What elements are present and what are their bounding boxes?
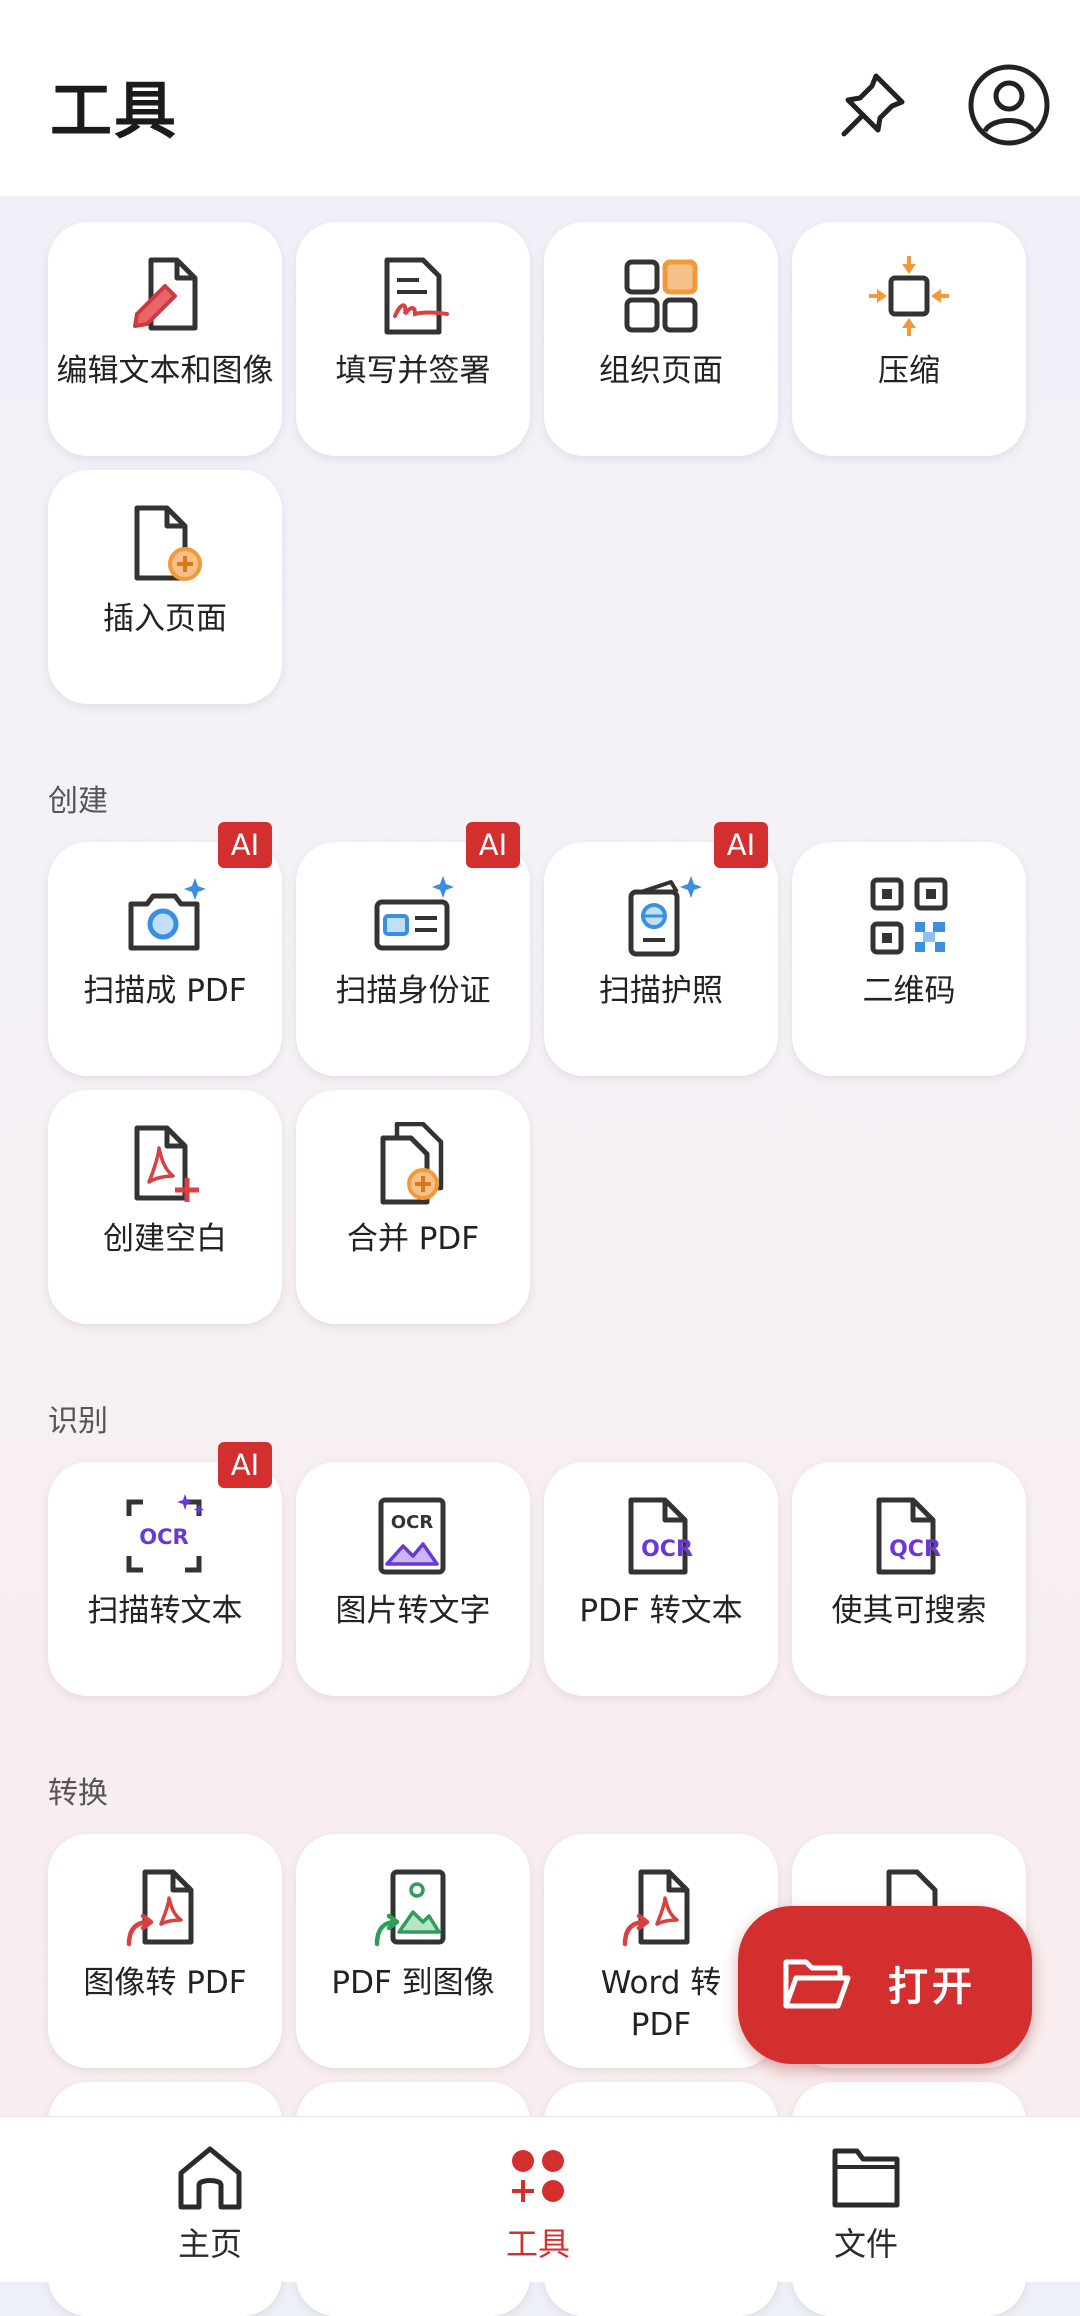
tool-image-to-pdf[interactable]: 图像转 PDF: [48, 1834, 282, 2068]
tool-label: 压缩: [878, 353, 940, 389]
merge-pdf-icon: [380, 1122, 444, 1205]
nav-label: 主页: [177, 2225, 242, 2263]
ai-badge: AI: [714, 822, 768, 868]
tool-label: 插入页面: [103, 601, 227, 637]
tool-label: 扫描转文本: [87, 1593, 243, 1629]
tool-label: 填写并签署: [335, 353, 491, 389]
page-title: 工具: [50, 74, 179, 147]
open-button-label: 打开: [888, 1964, 976, 2010]
tool-label: 创建空白: [103, 1221, 227, 1257]
svg-text:QCR: QCR: [889, 1537, 941, 1562]
tool-label: 扫描护照: [599, 973, 723, 1009]
pin-icon[interactable]: [832, 66, 912, 146]
tool-label: 二维码: [862, 973, 956, 1009]
app-header: 工具: [0, 0, 1080, 196]
tools-content[interactable]: 编辑文本和图像 填写并签署 组织页面 压缩 插入页面 创建 AI 扫描成 PDF…: [0, 196, 1080, 2316]
tool-label: 组织页面: [599, 353, 723, 389]
scan-ocr-icon: OCR: [126, 1494, 204, 1573]
tool-compress[interactable]: 压缩: [792, 222, 1026, 456]
tool-label: PDF 到图像: [331, 1965, 495, 2001]
tool-organize-pages[interactable]: 组织页面: [544, 222, 778, 456]
tool-scan-to-pdf[interactable]: AI 扫描成 PDF: [48, 822, 282, 1076]
tool-label: 图像转 PDF: [83, 1965, 247, 2001]
compress-icon: [869, 256, 949, 336]
section-title-recognize: 识别: [48, 1404, 108, 1439]
scan-id-card-icon: [374, 876, 454, 951]
tool-merge-pdf[interactable]: 合并 PDF: [296, 1090, 530, 1324]
tool-pdf-to-text[interactable]: OCR PDF 转文本: [544, 1462, 778, 1696]
image-ocr-icon: OCR: [378, 1497, 446, 1575]
tools-icon: [512, 2150, 564, 2202]
ai-badge: AI: [466, 822, 520, 868]
nav-label: 工具: [505, 2225, 570, 2263]
tool-label: PDF 转文本: [579, 1593, 743, 1629]
tool-make-searchable[interactable]: QCR 使其可搜索: [792, 1462, 1026, 1696]
nav-item-files[interactable]: 文件: [786, 2145, 946, 2265]
svg-text:OCR: OCR: [391, 1512, 434, 1533]
qr-code-icon: [870, 877, 948, 955]
tool-qr-code[interactable]: 二维码: [792, 842, 1026, 1076]
tool-label: Word 转 PDF: [600, 1965, 722, 2043]
scan-passport-icon: [628, 876, 702, 957]
nav-item-tools[interactable]: 工具: [458, 2145, 618, 2265]
svg-text:OCR: OCR: [641, 1537, 693, 1562]
image-to-pdf-icon: [126, 1869, 194, 1947]
folder-open-icon: [783, 1959, 851, 2009]
tool-label: 扫描成 PDF: [83, 973, 247, 1009]
searchable-ocr-icon: QCR: [876, 1497, 941, 1575]
pdf-ocr-icon: OCR: [628, 1497, 693, 1575]
ai-badge: AI: [218, 822, 272, 868]
nav-label: 文件: [833, 2225, 898, 2263]
home-icon: [178, 2146, 242, 2210]
scan-camera-icon: [128, 878, 206, 951]
bottom-navigation: 主页 工具 文件: [0, 2116, 1080, 2282]
edit-text-image-icon: [133, 257, 198, 331]
tool-fill-sign[interactable]: 填写并签署: [296, 222, 530, 456]
ai-badge: AI: [218, 1442, 272, 1488]
tool-label: 图片转文字: [335, 1593, 491, 1629]
tool-scan-passport[interactable]: AI 扫描护照: [544, 822, 778, 1076]
tool-label: 编辑文本和图像: [56, 353, 274, 389]
tool-label: 扫描身份证: [335, 973, 491, 1009]
create-blank-icon: [134, 1125, 199, 1202]
section-title-convert: 转换: [48, 1776, 108, 1811]
pdf-to-image-icon: [374, 1869, 446, 1947]
insert-page-icon: [134, 505, 202, 581]
open-file-button[interactable]: 打开: [738, 1906, 1032, 2064]
tool-create-blank[interactable]: 创建空白: [48, 1090, 282, 1324]
tool-image-to-text[interactable]: OCR 图片转文字: [296, 1462, 530, 1696]
nav-item-home[interactable]: 主页: [130, 2145, 290, 2265]
account-icon[interactable]: [966, 62, 1052, 148]
section-title-create: 创建: [48, 784, 108, 819]
tool-pdf-to-image[interactable]: PDF 到图像: [296, 1834, 530, 2068]
tool-scan-to-text[interactable]: AI OCR 扫描转文本: [48, 1442, 282, 1696]
fill-sign-icon: [384, 257, 449, 335]
tool-edit-text-image[interactable]: 编辑文本和图像: [48, 222, 282, 456]
tool-label: 合并 PDF: [346, 1221, 480, 1257]
folder-icon: [832, 2148, 900, 2208]
svg-text:OCR: OCR: [139, 1525, 188, 1549]
tool-insert-page[interactable]: 插入页面: [48, 470, 282, 704]
word-to-pdf-icon: [622, 1869, 690, 1947]
tool-label: 使其可搜索: [831, 1593, 987, 1629]
tool-scan-id[interactable]: AI 扫描身份证: [296, 822, 530, 1076]
organize-pages-icon: [624, 259, 698, 333]
